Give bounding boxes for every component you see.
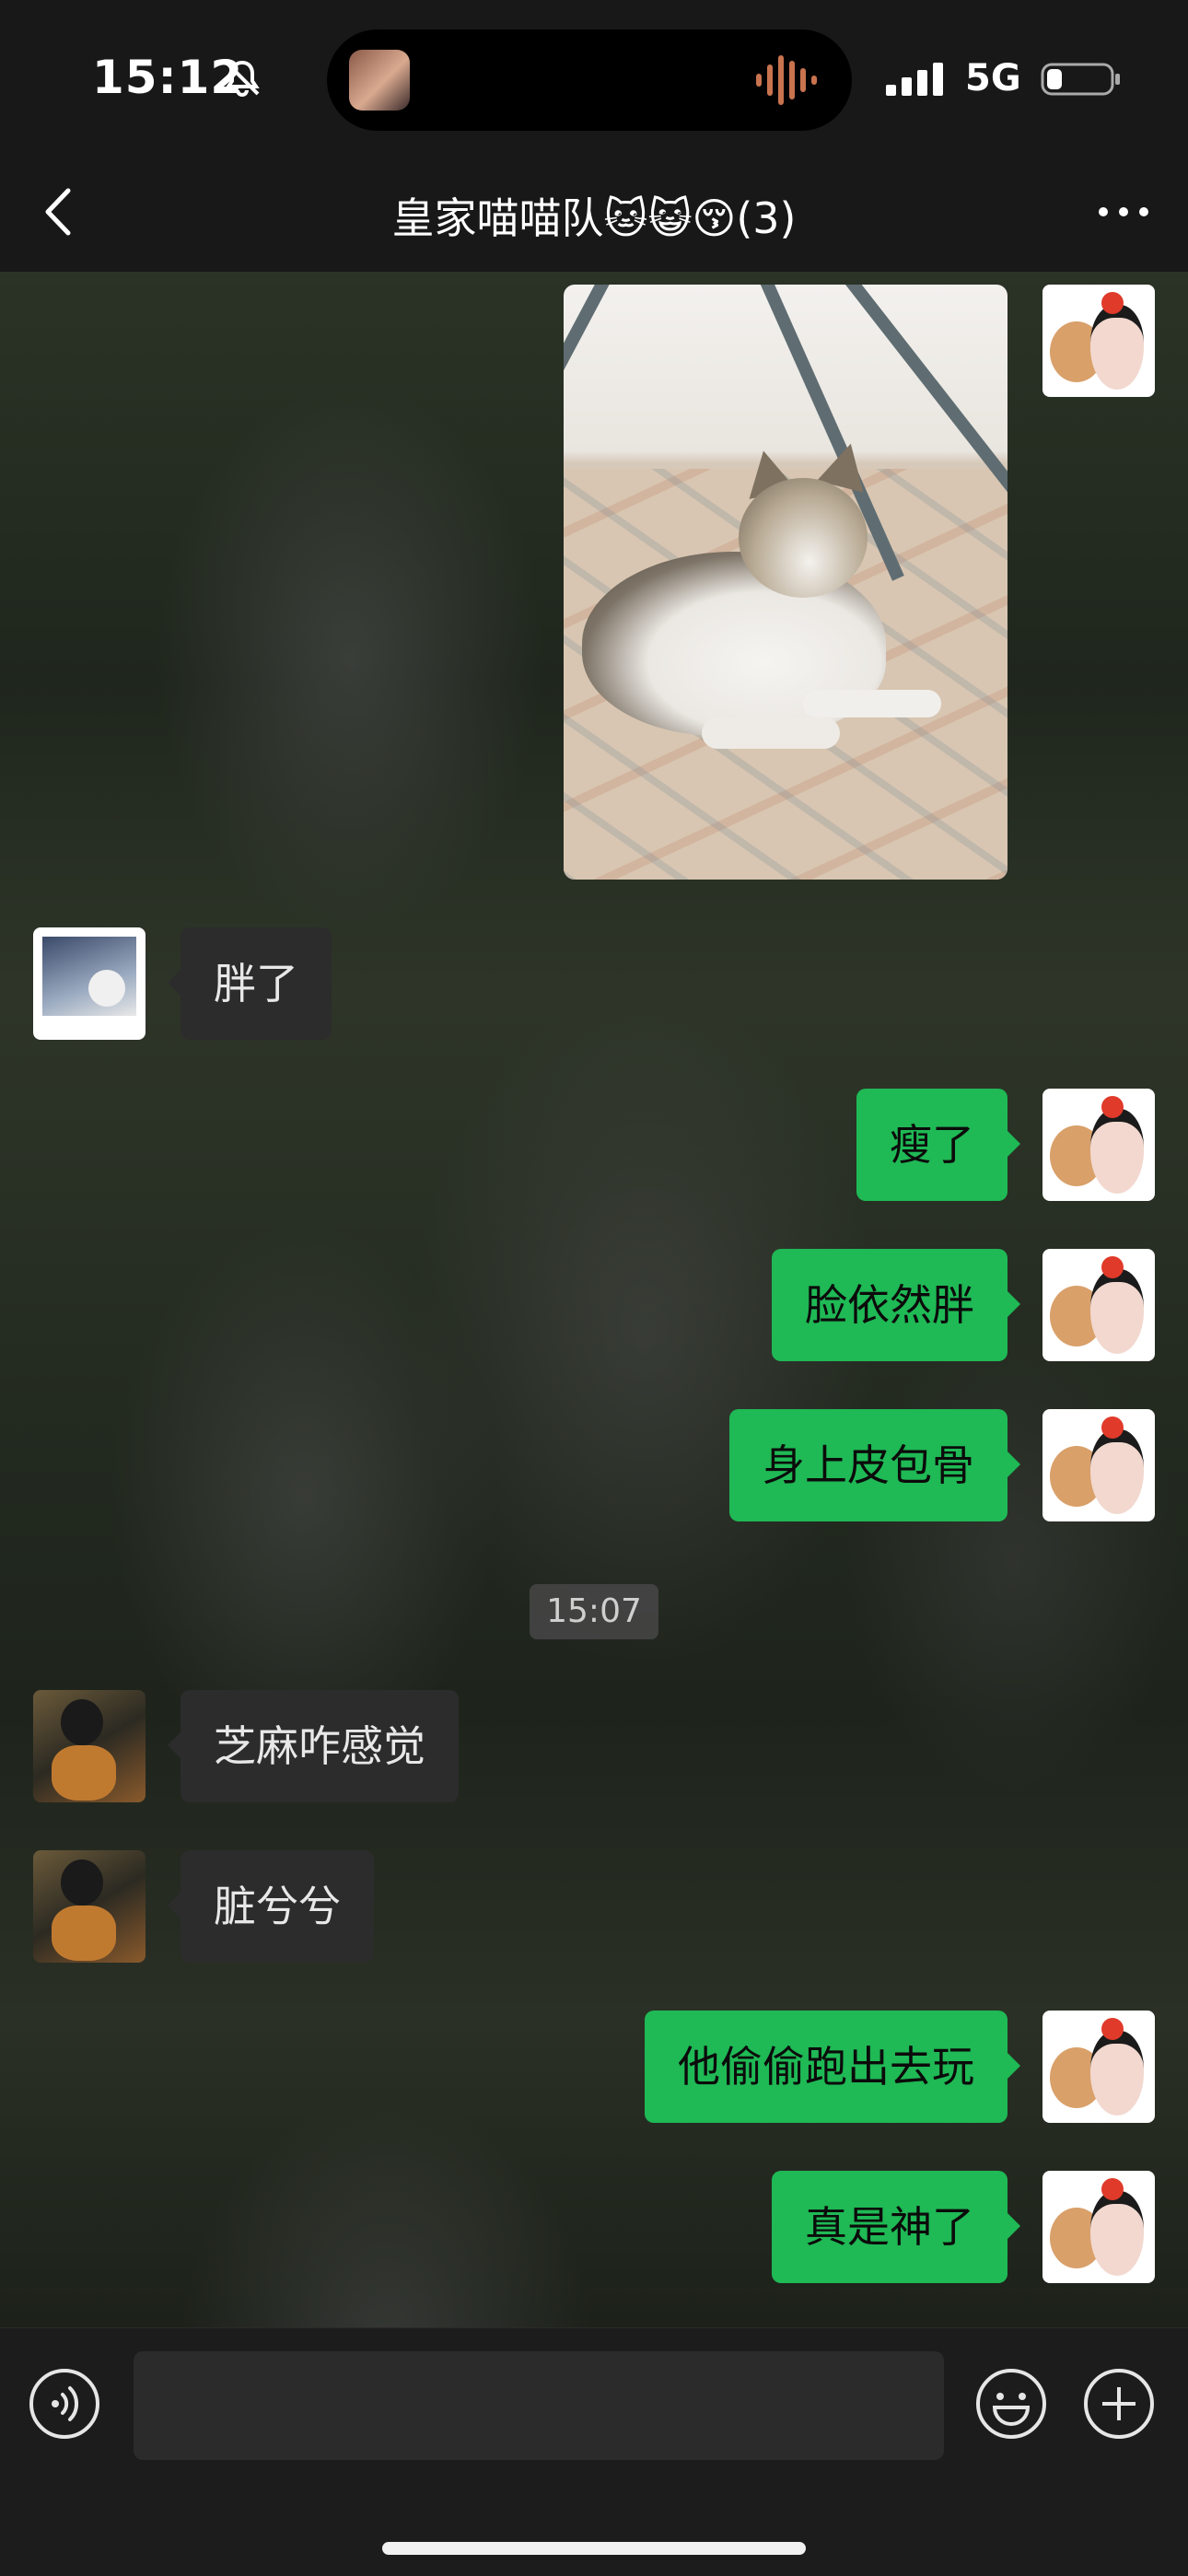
chat-area[interactable]: 胖了 瘦了 脸依然胖 身上皮包骨 15:07 芝麻咋感觉 脏兮兮 他偷偷跑出去玩… [0,272,1188,2327]
more-icon[interactable] [1096,198,1151,226]
message-bubble-incoming[interactable]: 脏兮兮 [168,1850,374,1963]
cat-head [739,478,868,598]
message-timestamp: 15:07 [530,1584,658,1639]
self-avatar[interactable] [1042,1409,1155,1521]
member-avatar[interactable] [33,1850,146,1963]
message-row [0,272,1188,898]
signal-icon [886,63,943,96]
self-avatar[interactable] [1042,1249,1155,1361]
dynamic-island[interactable] [327,29,852,131]
input-bar [0,2327,1188,2576]
status-bar: 15:12 5G [0,0,1188,152]
message-bubble-outgoing[interactable]: 身上皮包骨 [729,1409,1020,1521]
cat-leg [803,690,941,717]
message-bubble-incoming[interactable]: 胖了 [168,927,332,1040]
message-bubble-incoming[interactable]: 芝麻咋感觉 [168,1690,459,1802]
network-type: 5G [965,57,1021,99]
member-avatar[interactable] [33,1690,146,1802]
plus-icon[interactable] [1082,2367,1156,2441]
voice-icon[interactable] [28,2367,101,2441]
chat-header: 皇家喵喵队🐱😺😚(3) [0,152,1188,272]
message-input[interactable] [134,2351,944,2460]
cat-leg [702,717,840,749]
message-bubble-outgoing[interactable]: 真是神了 [772,2171,1020,2283]
self-avatar[interactable] [1042,285,1155,397]
chat-title: 皇家喵喵队🐱😺😚(3) [391,193,797,243]
message-bubble-outgoing[interactable]: 瘦了 [856,1089,1020,1201]
muted-bell-icon [225,60,260,97]
home-indicator[interactable] [382,2542,806,2555]
message-bubble-outgoing[interactable]: 他偷偷跑出去玩 [645,2011,1020,2123]
self-avatar[interactable] [1042,2171,1155,2283]
member-avatar[interactable] [33,927,146,1040]
emoji-icon[interactable] [974,2367,1048,2441]
battery-icon [1041,63,1120,96]
message-bubble-outgoing[interactable]: 脸依然胖 [772,1249,1020,1361]
now-playing-artwork [349,50,410,111]
self-avatar[interactable] [1042,1089,1155,1201]
cat-photo-message[interactable] [564,285,1007,880]
self-avatar[interactable] [1042,2011,1155,2123]
waveform-icon [756,55,817,105]
